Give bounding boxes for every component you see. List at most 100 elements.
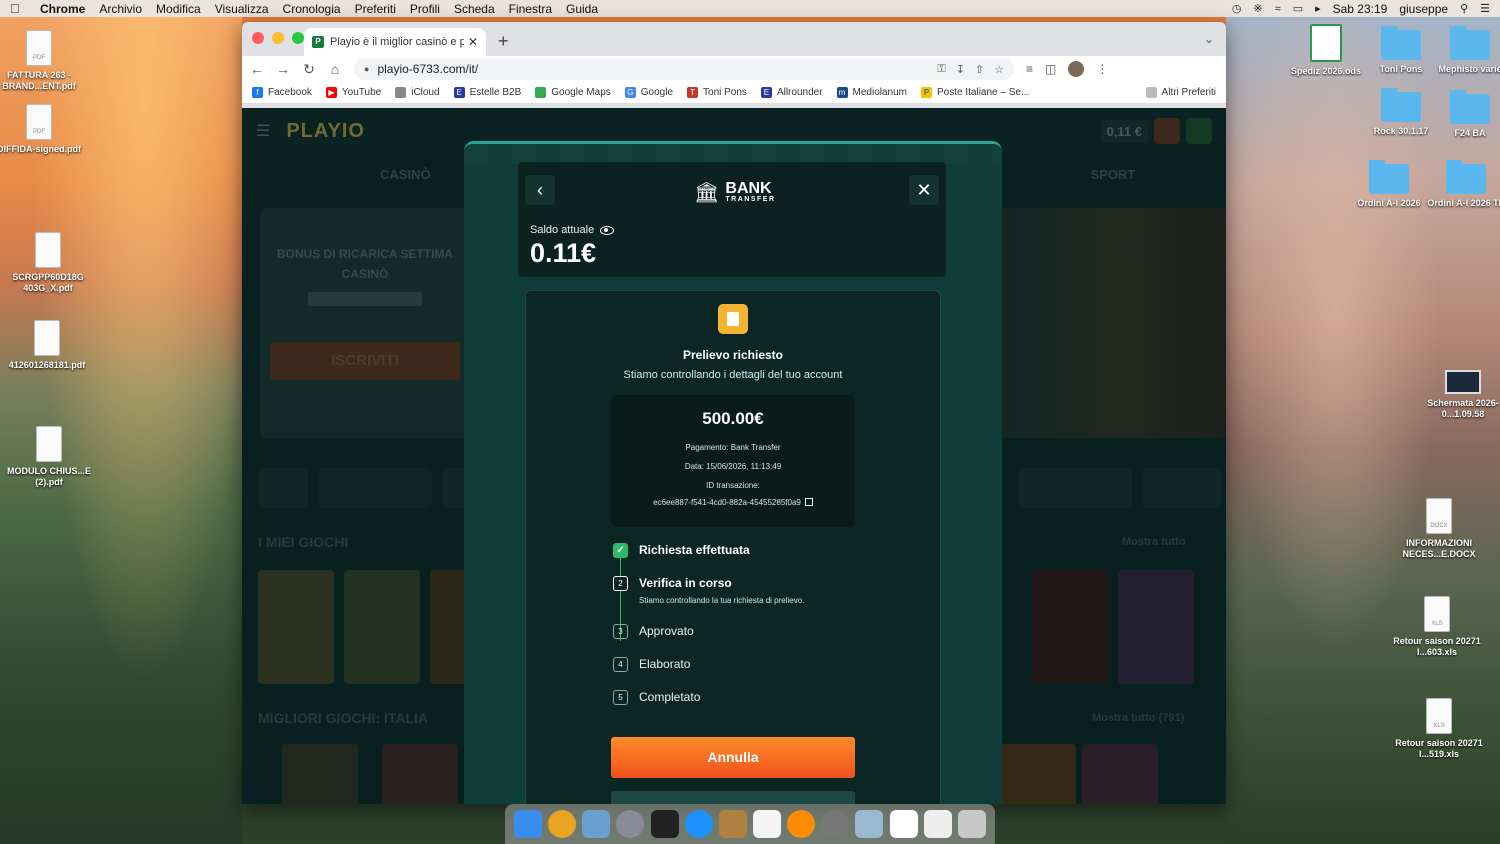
desktop-folder-mephisto[interactable]: Mephisto varie xyxy=(1425,26,1500,75)
forward-button[interactable]: → xyxy=(276,61,290,77)
desktop-file-fattura[interactable]: PDF FATTURA 263 - BRAND...ENT.pdf xyxy=(0,30,84,92)
other-bookmarks[interactable]: Altri Preferiti xyxy=(1145,87,1216,98)
transaction-id-row: ec6ee887-f541-4cd0-882a-45455285f0a9 xyxy=(611,498,855,507)
eye-icon[interactable] xyxy=(600,225,615,235)
desktop-folder-ordini-tp[interactable]: Ordini A-I 2026 TP xyxy=(1421,160,1500,209)
new-tab-button[interactable]: + xyxy=(498,31,509,52)
step-elaborato: 4 Elaborato xyxy=(613,657,873,690)
reload-button[interactable]: ↻ xyxy=(302,61,316,78)
receipt-icon xyxy=(718,304,748,334)
side-panel-icon[interactable]: ◫ xyxy=(1045,62,1056,76)
finder-icon[interactable] xyxy=(514,810,543,838)
install-icon[interactable]: ↧ xyxy=(956,63,965,76)
desktop-file-diffida[interactable]: PDF DIFFIDA-signed.pdf xyxy=(0,104,84,155)
browser-menu-icon[interactable]: ⋮ xyxy=(1096,62,1108,76)
time-machine-icon[interactable]: ◷ xyxy=(1232,2,1242,15)
chrome-icon[interactable] xyxy=(548,810,577,838)
desktop-file-schermata[interactable]: Schermata 2026-0...1.09.58 xyxy=(1418,370,1500,420)
secondary-button[interactable] xyxy=(611,791,855,804)
bookmark-allrounder[interactable]: E Allrounder xyxy=(760,87,823,98)
google-icon: G xyxy=(624,87,636,98)
activity-monitor-icon[interactable] xyxy=(650,810,679,838)
contacts-icon[interactable] xyxy=(718,810,747,838)
bookmark-estelle[interactable]: E Estelle B2B xyxy=(453,87,521,98)
app-store-icon[interactable] xyxy=(684,810,713,838)
system-preferences-icon[interactable] xyxy=(821,810,850,838)
folder-icon xyxy=(1446,160,1486,194)
back-button[interactable]: ← xyxy=(250,61,264,77)
airplay-icon[interactable]: ▭ xyxy=(1293,2,1303,15)
bookmark-google-maps[interactable]: Google Maps xyxy=(535,87,611,98)
home-button[interactable]: ⌂ xyxy=(328,61,342,77)
bookmark-mediolanum[interactable]: m Mediolanum xyxy=(836,87,907,98)
close-modal-button[interactable]: ✕ xyxy=(909,175,939,205)
folder-icon xyxy=(1450,90,1490,124)
close-tab-icon[interactable]: ✕ xyxy=(468,35,478,49)
minimize-window-button[interactable] xyxy=(272,32,284,44)
bookmark-youtube[interactable]: ▶ YouTube xyxy=(325,87,381,98)
modal-header: ‹ 🏛 BANK TRANSFER ✕ Saldo attuale 0.11€ xyxy=(518,162,946,277)
url-text[interactable]: playio-6733.com/it/ xyxy=(377,62,927,76)
calendar-icon[interactable] xyxy=(889,810,918,838)
launchpad-icon[interactable] xyxy=(616,810,645,838)
control-center-icon[interactable]: ☰ xyxy=(1480,2,1490,15)
key-icon[interactable]: ⚿ xyxy=(937,63,945,76)
folder-icon xyxy=(1381,88,1421,122)
desktop-file-scrgpp[interactable]: SCRGPP60D18G 403G_X.pdf xyxy=(3,232,93,294)
bank-icon: 🏛 xyxy=(694,182,720,204)
step-check-icon: ✓ xyxy=(613,543,628,558)
xls-file-icon: XLS xyxy=(1424,596,1450,632)
notes-icon[interactable] xyxy=(753,810,782,838)
menu-profili[interactable]: Profili xyxy=(410,2,440,16)
bookmark-google[interactable]: G Google xyxy=(624,87,673,98)
trash-icon[interactable] xyxy=(957,810,986,838)
menu-preferiti[interactable]: Preferiti xyxy=(355,2,396,16)
menubar-clock[interactable]: Sab 23:19 xyxy=(1333,2,1388,16)
bookmark-star-icon[interactable]: ☆ xyxy=(994,63,1004,76)
photos-icon[interactable] xyxy=(855,810,884,838)
menu-app-name[interactable]: Chrome xyxy=(40,2,85,16)
desktop-file-informazioni[interactable]: DOCX INFORMAZIONI NECES...E.DOCX xyxy=(1394,498,1484,560)
browser-tab-playio[interactable]: P Playio è il miglior casinò e piatt ✕ xyxy=(304,28,486,56)
close-window-button[interactable] xyxy=(252,32,264,44)
step-verifica: 2 Verifica in corso xyxy=(613,576,873,609)
volume-icon[interactable]: ▸ xyxy=(1315,2,1321,15)
preview-icon[interactable] xyxy=(582,810,611,838)
facebook-icon: f xyxy=(252,87,263,98)
menu-archivio[interactable]: Archivio xyxy=(99,2,142,16)
tab-search-chevron-icon[interactable]: ⌄ xyxy=(1204,32,1214,46)
bluetooth-icon[interactable]: ※ xyxy=(1253,2,1262,15)
menubar-user[interactable]: giuseppe xyxy=(1399,2,1448,16)
menu-visualizza[interactable]: Visualizza xyxy=(215,2,269,16)
apple-menu-icon[interactable]:  xyxy=(10,1,24,16)
desktop-folder-f24[interactable]: F24 BA xyxy=(1425,90,1500,139)
bookmark-facebook[interactable]: f Facebook xyxy=(252,87,312,98)
share-icon[interactable]: ⇧ xyxy=(975,63,984,76)
reading-list-icon[interactable]: ≡ xyxy=(1026,62,1033,76)
menu-cronologia[interactable]: Cronologia xyxy=(283,2,341,16)
zoom-window-button[interactable] xyxy=(292,32,304,44)
desktop-file-retour-519[interactable]: XLS Retour saison 20271 I...519.xls xyxy=(1394,698,1484,760)
menu-finestra[interactable]: Finestra xyxy=(509,2,552,16)
desktop-file-412601[interactable]: 412601268181.pdf xyxy=(2,320,92,371)
back-button[interactable]: ‹ xyxy=(525,175,555,205)
document-icon[interactable] xyxy=(923,810,952,838)
menu-guida[interactable]: Guida xyxy=(566,2,598,16)
desktop-file-retour-603[interactable]: XLS Retour saison 20271 I...603.xls xyxy=(1392,596,1482,658)
books-icon[interactable] xyxy=(787,810,816,838)
bookmark-toni-pons[interactable]: T Toni Pons xyxy=(687,87,747,98)
wifi-icon[interactable]: ≈ xyxy=(1275,3,1281,15)
annulla-button[interactable]: Annulla xyxy=(611,737,855,778)
copy-icon[interactable] xyxy=(804,498,813,506)
bookmark-poste[interactable]: P Poste Italiane – Se... xyxy=(921,87,1029,98)
menu-scheda[interactable]: Scheda xyxy=(454,2,495,16)
lock-icon[interactable]: ● xyxy=(364,64,369,74)
bank-transfer-logo: 🏛 BANK TRANSFER xyxy=(694,180,776,205)
profile-avatar[interactable] xyxy=(1068,61,1085,77)
menu-modifica[interactable]: Modifica xyxy=(156,2,201,16)
desktop-file-modulo[interactable]: MODULO CHIUS...E (2).pdf xyxy=(4,426,94,488)
bookmark-icloud[interactable]: iCloud xyxy=(395,87,440,98)
spotlight-search-icon[interactable]: ⚲ xyxy=(1460,2,1468,15)
address-bar[interactable]: ● playio-6733.com/it/ ⚿ ↧ ⇧ ☆ xyxy=(354,58,1014,80)
macos-menubar:  Chrome Archivio Modifica Visualizza Cr… xyxy=(0,0,1500,17)
